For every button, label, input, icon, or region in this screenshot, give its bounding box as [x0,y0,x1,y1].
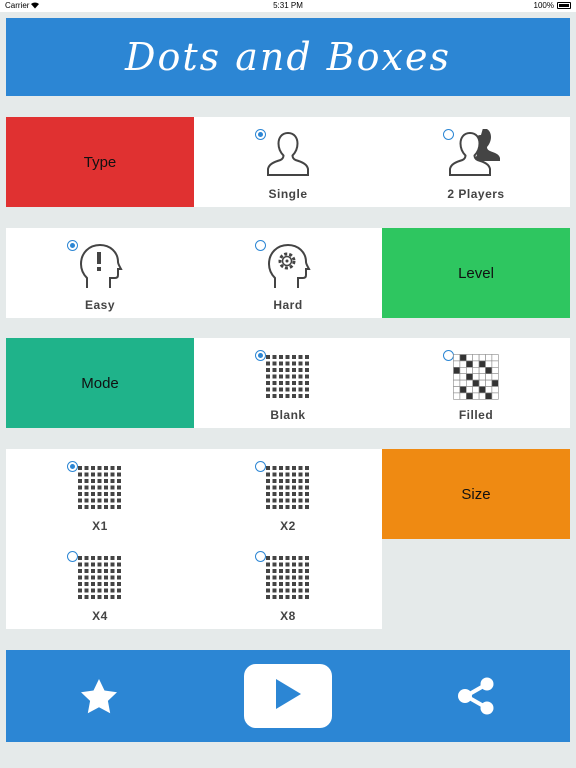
size-options: X1 X2 X4 X8 [6,449,382,629]
level-options: Easy Hard [6,228,382,318]
mode-option-blank-label: Blank [270,408,306,422]
type-option-single-label: Single [268,187,308,201]
status-time: 5:31 PM [273,1,303,10]
size-option-x1[interactable]: X1 [6,449,194,539]
level-row: Easy Hard Level [6,228,570,318]
type-row: Type Single 2 Players [6,117,570,207]
size-option-x2-label: X2 [280,519,296,533]
star-icon[interactable] [80,678,118,719]
size-option-x1-label: X1 [92,519,108,533]
battery-percent: 100% [533,1,554,10]
mode-option-filled[interactable]: Filled [382,338,570,428]
level-option-hard-label: Hard [273,298,303,312]
type-option-single[interactable]: Single [194,117,382,207]
size-option-x4[interactable]: X4 [6,539,194,629]
status-bar: Carrier 5:31 PM 100% [0,0,576,12]
dot-grid-icon [77,555,123,606]
size-option-x4-label: X4 [92,609,108,623]
dot-grid-icon [265,354,311,405]
play-button[interactable] [244,664,332,728]
single-user-icon [265,129,311,184]
type-option-2-players-label: 2 Players [447,187,505,201]
head-gear-icon [265,242,311,295]
share-icon[interactable] [456,677,496,720]
size-row: X1 X2 X4 X8 Size [6,449,570,629]
size-option-x8[interactable]: X8 [194,539,382,629]
type-label: Type [83,153,117,171]
type-option-2-players[interactable]: 2 Players [382,117,570,207]
type-label-cell: Type [6,117,194,207]
mode-label: Mode [81,374,119,392]
title-bar: Dots and Boxes [6,18,570,96]
size-label-cell: Size [382,449,570,539]
type-options: Single 2 Players [194,117,570,207]
level-option-easy-label: Easy [84,298,116,312]
bottom-bar [6,650,570,742]
head-exclamation-icon [77,242,123,295]
filled-grid-icon [453,354,499,405]
mode-option-blank[interactable]: Blank [194,338,382,428]
size-option-x8-label: X8 [280,609,296,623]
level-option-easy[interactable]: Easy [6,228,194,318]
mode-option-filled-label: Filled [458,408,494,422]
mode-row: Mode Blank Filled [6,338,570,428]
dot-grid-icon [265,555,311,606]
mode-options: Blank Filled [194,338,570,428]
level-option-hard[interactable]: Hard [194,228,382,318]
battery-icon [557,2,571,9]
size-label: Size [461,485,491,503]
play-icon [273,678,303,715]
two-players-icon [447,128,505,184]
dot-grid-icon [77,465,123,516]
mode-label-cell: Mode [6,338,194,428]
size-option-x2[interactable]: X2 [194,449,382,539]
dot-grid-icon [265,465,311,516]
level-label-cell: Level [382,228,570,318]
level-label: Level [458,264,494,282]
app-title: Dots and Boxes [125,35,451,79]
